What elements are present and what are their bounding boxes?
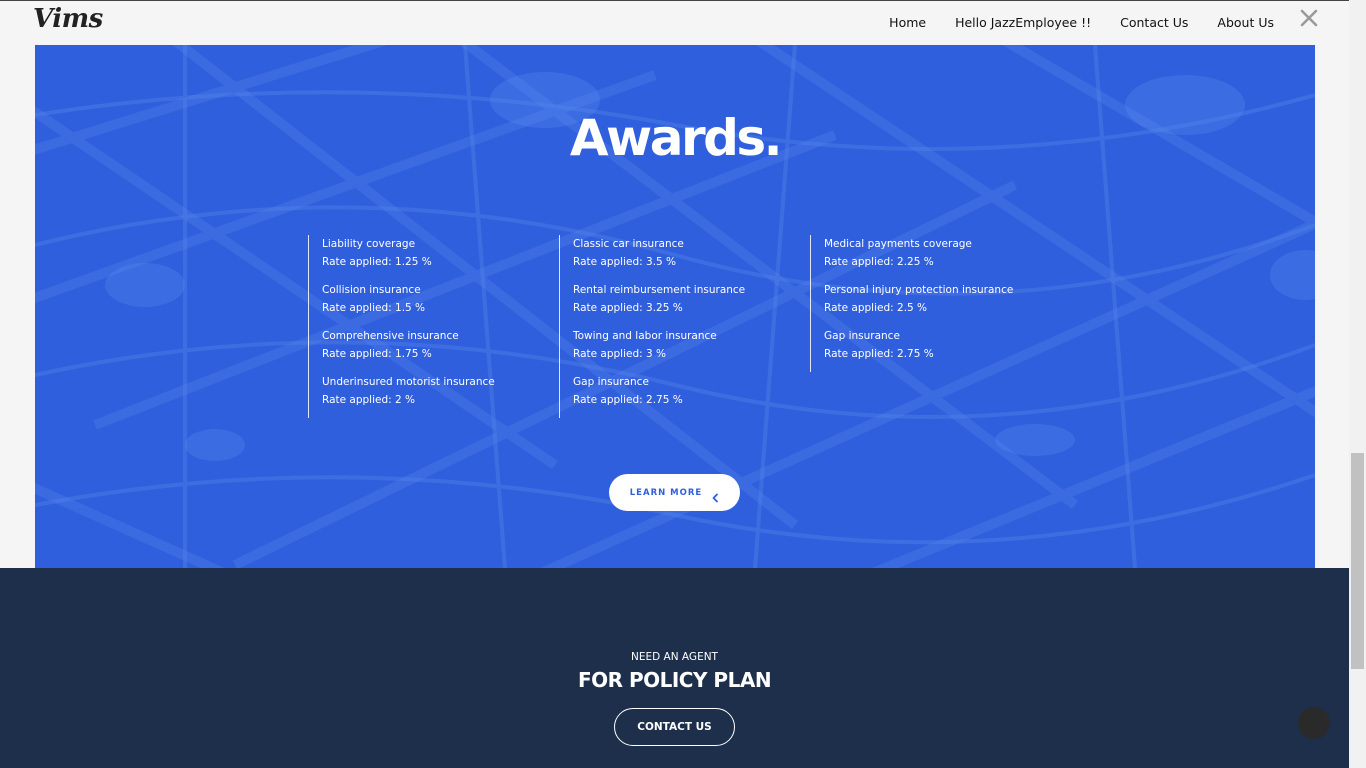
award-rate: Rate applied: 2.75 %: [824, 348, 934, 360]
award-item: Comprehensive insurance Rate applied: 1.…: [322, 327, 495, 363]
award-name: Rental reimbursement insurance: [573, 284, 746, 296]
award-rate: Rate applied: 3 %: [573, 348, 667, 360]
learn-more-label: LEARN MORE: [629, 487, 703, 498]
contact-us-label: CONTACT US: [637, 721, 712, 733]
close-icon[interactable]: [1300, 9, 1320, 33]
award-rate: Rate applied: 2 %: [322, 394, 416, 406]
nav-hello-user[interactable]: Hello JazzEmployee !!: [955, 15, 1091, 30]
awards-section: Awards. Liability coverage Rate applied:…: [35, 45, 1315, 568]
award-item: Gap insurance Rate applied: 2.75 %: [573, 373, 745, 409]
award-name: Gap insurance: [573, 376, 649, 388]
vims-logo[interactable]: Vims: [33, 4, 103, 34]
main-nav: Home Hello JazzEmployee !! Contact Us Ab…: [860, 15, 1274, 30]
award-item: Medical payments coverage Rate applied: …: [824, 235, 1013, 271]
award-rate: Rate applied: 2.25 %: [824, 256, 934, 268]
learn-more-button[interactable]: LEARN MORE: [609, 474, 740, 511]
award-name: Personal injury protection insurance: [824, 284, 1014, 296]
award-item: Rental reimbursement insurance Rate appl…: [573, 281, 745, 317]
agent-section: NEED AN AGENT FOR POLICY PLAN CONTACT US: [0, 568, 1349, 768]
nav-contact-us[interactable]: Contact Us: [1120, 15, 1188, 30]
award-name: Underinsured motorist insurance: [322, 376, 495, 388]
awards-column-3: Medical payments coverage Rate applied: …: [810, 235, 1013, 372]
agent-subtitle: NEED AN AGENT: [631, 651, 718, 663]
scrollbar-thumb[interactable]: [1351, 453, 1364, 669]
awards-column-1: Liability coverage Rate applied: 1.25 % …: [308, 235, 495, 418]
award-name: Gap insurance: [824, 330, 900, 342]
award-rate: Rate applied: 3.25 %: [573, 302, 683, 314]
award-item: Towing and labor insurance Rate applied:…: [573, 327, 745, 363]
award-item: Gap insurance Rate applied: 2.75 %: [824, 327, 1013, 363]
award-item: Underinsured motorist insurance Rate app…: [322, 373, 495, 409]
award-name: Collision insurance: [322, 284, 421, 296]
award-rate: Rate applied: 1.25 %: [322, 256, 432, 268]
award-name: Comprehensive insurance: [322, 330, 459, 342]
award-rate: Rate applied: 2.5 %: [824, 302, 928, 314]
award-rate: Rate applied: 2.75 %: [573, 394, 683, 406]
award-item: Classic car insurance Rate applied: 3.5 …: [573, 235, 745, 271]
nav-about-us[interactable]: About Us: [1217, 15, 1274, 30]
award-item: Collision insurance Rate applied: 1.5 %: [322, 281, 495, 317]
page-scrollbar[interactable]: [1349, 0, 1366, 768]
awards-title: Awards.: [569, 109, 783, 167]
awards-column-2: Classic car insurance Rate applied: 3.5 …: [559, 235, 745, 418]
chevron-left-icon: [711, 488, 719, 502]
contact-us-button[interactable]: CONTACT US: [614, 708, 735, 746]
award-rate: Rate applied: 1.75 %: [322, 348, 432, 360]
award-name: Classic car insurance: [573, 238, 684, 250]
award-name: Liability coverage: [322, 238, 416, 250]
top-navbar: Vims Home Hello JazzEmployee !! Contact …: [0, 0, 1349, 42]
award-rate: Rate applied: 1.5 %: [322, 302, 426, 314]
award-item: Personal injury protection insurance Rat…: [824, 281, 1013, 317]
agent-title: FOR POLICY PLAN: [577, 668, 772, 692]
award-rate: Rate applied: 3.5 %: [573, 256, 677, 268]
award-name: Towing and labor insurance: [573, 330, 717, 342]
award-item: Liability coverage Rate applied: 1.25 %: [322, 235, 495, 271]
nav-home[interactable]: Home: [889, 15, 926, 30]
award-name: Medical payments coverage: [824, 238, 972, 250]
chat-bubble-icon[interactable]: [1298, 707, 1330, 739]
